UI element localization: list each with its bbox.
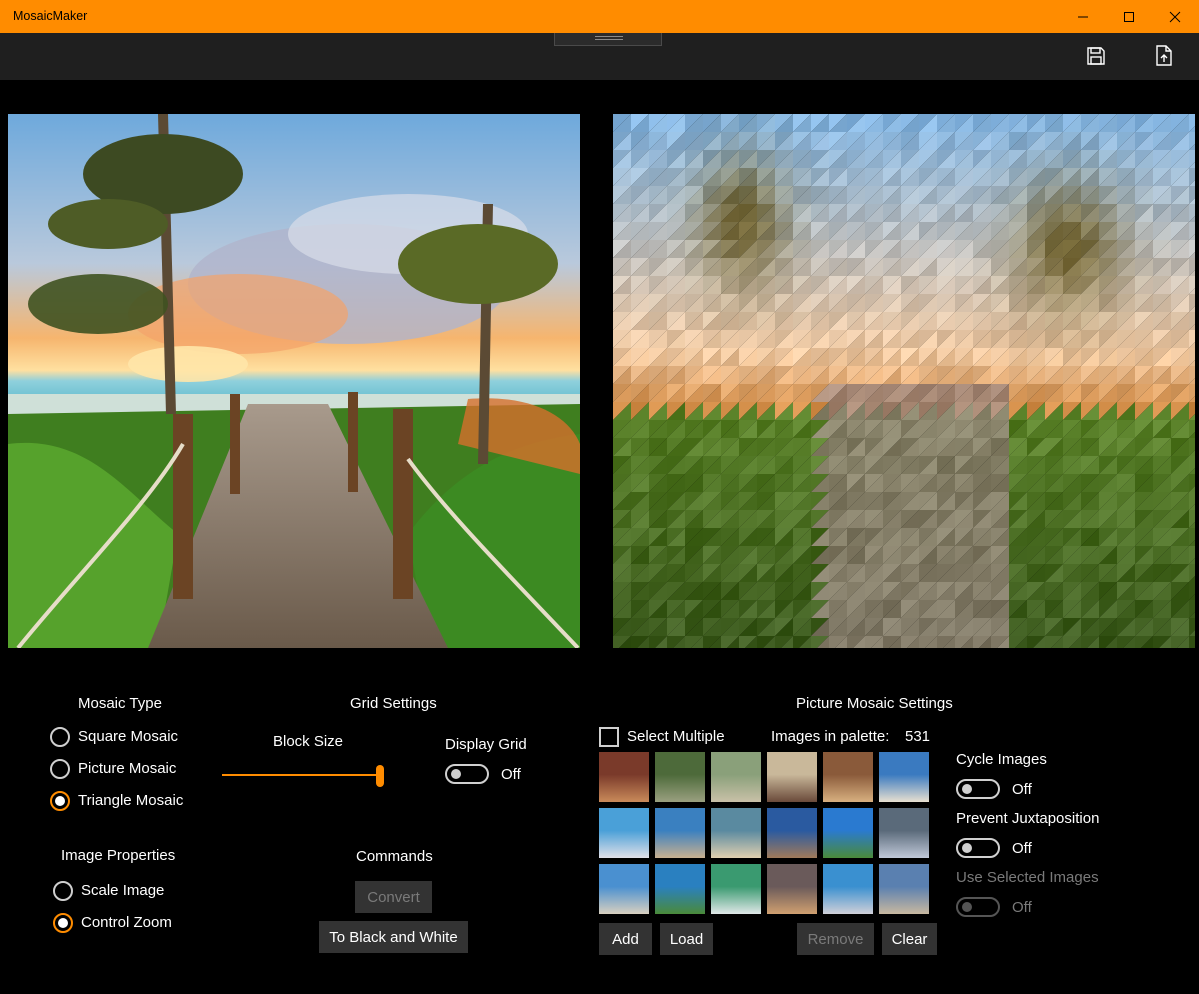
palette-thumbnail[interactable] [655, 864, 705, 914]
block-size-slider-thumb[interactable] [376, 765, 384, 787]
cycle-images-toggle[interactable] [956, 779, 1000, 799]
grid-settings-heading: Grid Settings [350, 695, 437, 712]
commands-heading: Commands [356, 848, 433, 865]
use-selected-images-label: Use Selected Images [956, 869, 1099, 886]
palette-count: 531 [905, 728, 931, 745]
convert-button[interactable]: Convert [355, 881, 432, 913]
palette-thumbnail[interactable] [655, 808, 705, 858]
display-grid-toggle[interactable] [445, 764, 489, 784]
maximize-icon [1124, 11, 1134, 22]
block-size-label: Block Size [273, 733, 344, 750]
prevent-juxtaposition-toggle[interactable] [956, 838, 1000, 858]
prevent-juxtaposition-label: Prevent Juxtaposition [956, 810, 1100, 827]
save-button[interactable] [1081, 41, 1111, 71]
save-icon [1087, 47, 1105, 65]
select-multiple-label[interactable]: Select Multiple [627, 728, 725, 745]
mosaic-type-heading: Mosaic Type [78, 695, 162, 712]
select-multiple-checkbox[interactable] [599, 727, 619, 747]
radio-scale-image[interactable] [53, 881, 73, 901]
palette-thumbnail[interactable] [879, 864, 929, 914]
palette-thumbnail[interactable] [823, 752, 873, 802]
close-button[interactable] [1152, 0, 1198, 33]
maximize-button[interactable] [1106, 0, 1152, 33]
minimize-button[interactable] [1060, 0, 1106, 33]
palette-thumbnail[interactable] [711, 864, 761, 914]
palette-thumbnail[interactable] [655, 752, 705, 802]
palette-thumbnail[interactable] [711, 808, 761, 858]
cycle-images-label: Cycle Images [956, 751, 1047, 768]
palette-thumbnail[interactable] [767, 808, 817, 858]
radio-label-picture-mosaic[interactable]: Picture Mosaic [78, 760, 176, 777]
radio-square-mosaic[interactable] [50, 727, 70, 747]
app-title: MosaicMaker [13, 9, 88, 23]
palette-thumbnail[interactable] [599, 864, 649, 914]
mosaic-result-image[interactable] [613, 114, 1195, 648]
radio-triangle-mosaic[interactable] [50, 791, 70, 811]
close-icon [1169, 11, 1181, 22]
drag-grip[interactable] [554, 33, 662, 46]
palette-thumbnail[interactable] [599, 752, 649, 802]
radio-label-scale-image[interactable]: Scale Image [81, 882, 164, 899]
palette-thumbnail[interactable] [767, 752, 817, 802]
image-properties-heading: Image Properties [61, 847, 176, 864]
block-size-slider-track[interactable] [222, 774, 382, 776]
add-button[interactable]: Add [599, 923, 652, 955]
export-icon [1156, 45, 1172, 66]
cycle-images-state: Off [1012, 781, 1032, 798]
palette-count-label: Images in palette: [771, 728, 890, 745]
use-selected-images-state: Off [1012, 899, 1032, 916]
palette-thumbnail[interactable] [599, 808, 649, 858]
load-button[interactable]: Load [660, 923, 713, 955]
palette-thumbnail[interactable] [879, 808, 929, 858]
picture-mosaic-heading: Picture Mosaic Settings [796, 695, 953, 712]
display-grid-state: Off [501, 766, 521, 783]
palette-thumbnail[interactable] [823, 808, 873, 858]
use-selected-images-toggle[interactable] [956, 897, 1000, 917]
palette-thumbnail[interactable] [711, 752, 761, 802]
mosaic-tile [1189, 636, 1195, 648]
remove-button[interactable]: Remove [797, 923, 874, 955]
command-bar [0, 33, 1199, 80]
radio-picture-mosaic[interactable] [50, 759, 70, 779]
source-image[interactable] [8, 114, 580, 648]
radio-label-triangle-mosaic[interactable]: Triangle Mosaic [78, 792, 183, 809]
clear-button[interactable]: Clear [882, 923, 937, 955]
minimize-icon [1078, 16, 1088, 17]
palette-thumbnail[interactable] [767, 864, 817, 914]
palette-thumbnail[interactable] [823, 864, 873, 914]
prevent-juxtaposition-state: Off [1012, 840, 1032, 857]
display-grid-label: Display Grid [445, 736, 527, 753]
radio-label-control-zoom[interactable]: Control Zoom [81, 914, 172, 931]
radio-control-zoom[interactable] [53, 913, 73, 933]
radio-label-square-mosaic[interactable]: Square Mosaic [78, 728, 178, 745]
title-bar: MosaicMaker [0, 0, 1199, 33]
to-black-and-white-button[interactable]: To Black and White [319, 921, 468, 953]
export-button[interactable] [1149, 41, 1179, 71]
palette-thumbnail[interactable] [879, 752, 929, 802]
